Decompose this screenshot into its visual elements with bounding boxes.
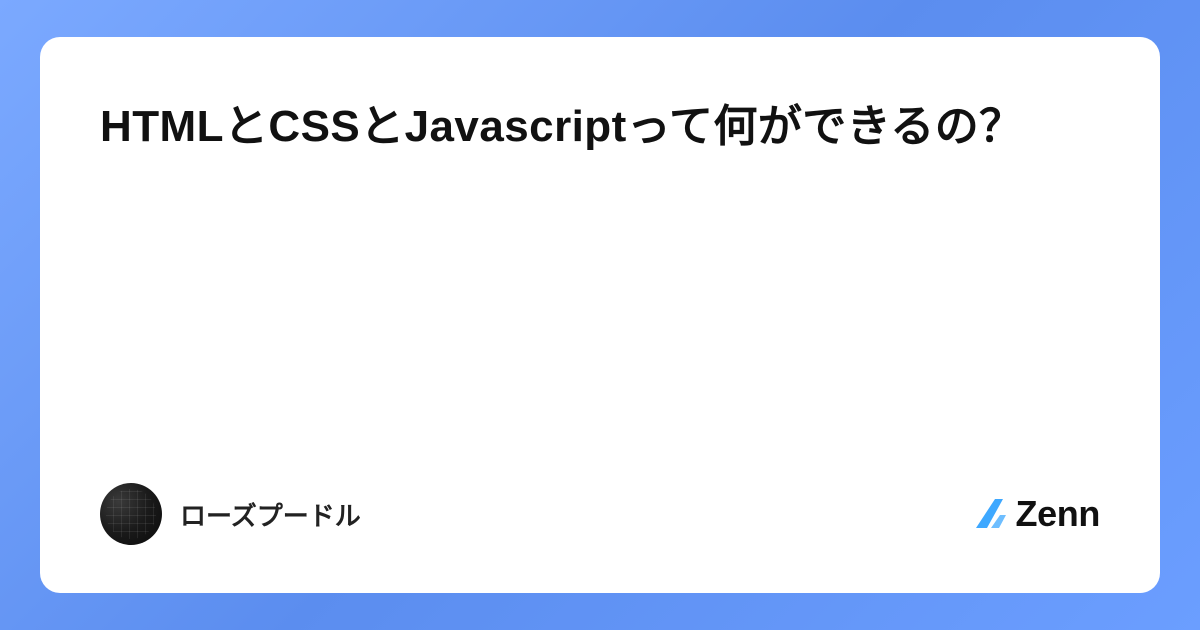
card-footer: ローズプードル Zenn — [100, 483, 1100, 545]
zenn-mark-icon — [973, 496, 1009, 532]
author-avatar-icon — [100, 483, 162, 545]
article-title: HTMLとCSSとJavascriptって何ができるの？ — [100, 93, 1100, 161]
brand-name: Zenn — [1015, 493, 1100, 535]
og-card: HTMLとCSSとJavascriptって何ができるの？ ローズプードル Zen… — [40, 37, 1160, 593]
brand-logo: Zenn — [973, 493, 1100, 535]
author-name: ローズプードル — [180, 496, 361, 533]
author-block: ローズプードル — [100, 483, 361, 545]
